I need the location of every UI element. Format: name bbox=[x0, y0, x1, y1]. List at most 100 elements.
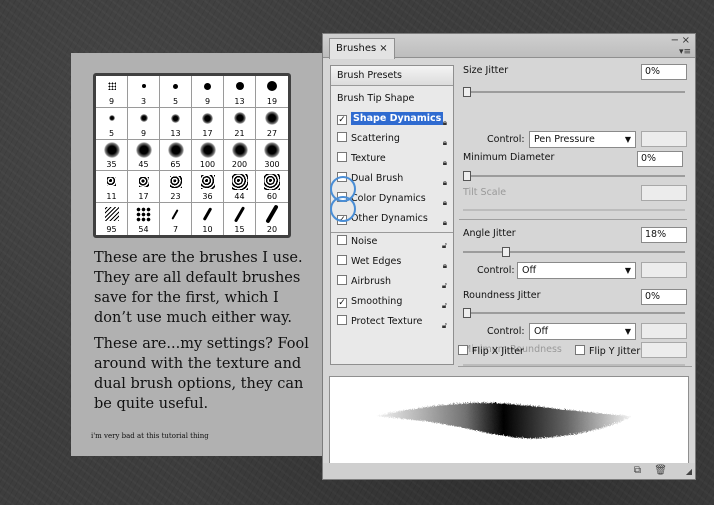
option-shape-dynamics[interactable]: ✓ Shape Dynamics 🔒︎ bbox=[331, 109, 453, 128]
brush-preset-cell[interactable]: 10 bbox=[192, 203, 224, 235]
brush-tip-area bbox=[192, 203, 223, 225]
brush-preset-cell[interactable]: 17 bbox=[128, 171, 160, 204]
size-jitter-slider[interactable] bbox=[463, 87, 685, 97]
brush-tip-area bbox=[224, 140, 255, 161]
brush-preset-cell[interactable]: 19 bbox=[256, 76, 288, 108]
new-preset-icon[interactable]: ⧉ bbox=[634, 465, 641, 476]
angle-jitter-slider[interactable] bbox=[463, 247, 685, 257]
chevron-down-icon: ▼ bbox=[624, 266, 631, 275]
brush-preset-cell[interactable]: 300 bbox=[256, 140, 288, 172]
option-airbrush[interactable]: Airbrush 🔓︎ bbox=[331, 272, 453, 291]
brush-tip-area bbox=[160, 203, 191, 225]
checkbox-icon[interactable] bbox=[337, 152, 347, 162]
brush-preset-cell[interactable]: 100 bbox=[192, 139, 224, 172]
checkbox-icon[interactable] bbox=[337, 255, 347, 265]
slider-thumb[interactable] bbox=[463, 308, 471, 318]
checkbox-icon[interactable] bbox=[337, 315, 347, 325]
option-protect-texture[interactable]: Protect Texture 🔓︎ bbox=[331, 312, 453, 331]
checkbox-icon[interactable] bbox=[337, 275, 347, 285]
brush-preset-cell[interactable]: 21 bbox=[224, 107, 256, 140]
option-wet-edges[interactable]: Wet Edges 🔒︎ bbox=[331, 252, 453, 271]
brush-size-label: 23 bbox=[170, 192, 181, 202]
option-label: Color Dynamics bbox=[351, 193, 426, 204]
option-noise[interactable]: Noise 🔓︎ bbox=[331, 232, 453, 251]
roundness-jitter-input[interactable]: 0% bbox=[641, 289, 687, 305]
brush-preset-cell[interactable]: 9 bbox=[96, 76, 128, 108]
brush-tip-area bbox=[256, 140, 288, 161]
brush-preset-cell[interactable]: 15 bbox=[224, 203, 256, 235]
brush-preset-cell[interactable]: 9 bbox=[128, 107, 160, 140]
checkbox-icon[interactable] bbox=[337, 132, 347, 142]
option-texture[interactable]: Texture 🔒︎ bbox=[331, 149, 453, 168]
flip-y-jitter[interactable]: Flip Y Jitter bbox=[575, 345, 640, 357]
brush-tip-icon bbox=[107, 82, 116, 91]
tab-brushes[interactable]: Brushes × bbox=[329, 38, 395, 59]
close-icon[interactable]: × bbox=[379, 43, 387, 54]
tutorial-paragraph-2: These are...my settings? Fool around wit… bbox=[94, 336, 309, 412]
resize-grip-icon[interactable]: ◢ bbox=[686, 467, 692, 476]
brush-preset-cell[interactable]: 9 bbox=[192, 76, 224, 108]
slider-thumb[interactable] bbox=[463, 171, 471, 181]
checkbox-icon[interactable]: ✓ bbox=[337, 115, 347, 125]
brush-tip-icon bbox=[136, 206, 151, 222]
brush-preset-cell[interactable]: 54 bbox=[128, 203, 160, 235]
brush-preset-cell[interactable]: 36 bbox=[192, 171, 224, 204]
checkbox-icon[interactable] bbox=[337, 235, 347, 245]
minimize-icon[interactable]: − bbox=[671, 36, 679, 46]
angle-control-select[interactable]: Off ▼ bbox=[517, 262, 636, 279]
panel-menu-icon[interactable]: ▾≡ bbox=[679, 47, 691, 57]
brush-preset-cell[interactable]: 35 bbox=[96, 139, 128, 172]
brush-preset-cell[interactable]: 27 bbox=[256, 108, 288, 140]
flip-x-jitter[interactable]: Flip X Jitter bbox=[458, 345, 524, 357]
flip-divider bbox=[458, 366, 692, 367]
brush-preset-cell[interactable]: 23 bbox=[160, 171, 192, 204]
brush-tip-icon bbox=[265, 111, 279, 126]
checkbox-icon[interactable] bbox=[575, 345, 585, 355]
brush-tip-icon bbox=[103, 141, 120, 158]
trash-icon[interactable]: 🗑︎ bbox=[654, 465, 667, 476]
brush-tip-icon bbox=[231, 173, 248, 190]
brush-tip-icon bbox=[204, 82, 211, 90]
angle-jitter-input[interactable]: 18% bbox=[641, 227, 687, 243]
brush-preset-cell[interactable]: 17 bbox=[192, 107, 224, 140]
brush-tip-area bbox=[160, 171, 191, 192]
brush-preset-cell[interactable]: 44 bbox=[224, 171, 256, 204]
brush-size-label: 5 bbox=[108, 128, 115, 138]
checkbox-icon[interactable] bbox=[458, 345, 468, 355]
brush-tip-area bbox=[96, 76, 127, 97]
brush-preset-cell[interactable]: 200 bbox=[224, 139, 256, 172]
minimum-diameter-input[interactable]: 0% bbox=[637, 151, 683, 167]
brush-preset-cell[interactable]: 45 bbox=[128, 139, 160, 172]
brush-tip-icon bbox=[169, 175, 182, 188]
control-label: Control: bbox=[487, 326, 525, 337]
option-scattering[interactable]: Scattering 🔒︎ bbox=[331, 129, 453, 148]
brush-preset-cell[interactable]: 65 bbox=[160, 139, 192, 172]
minimum-diameter-slider[interactable] bbox=[463, 171, 685, 181]
chevron-down-icon: ▼ bbox=[624, 135, 631, 144]
brush-preset-cell[interactable]: 3 bbox=[128, 76, 160, 108]
slider-thumb[interactable] bbox=[502, 247, 510, 257]
brush-preset-cell[interactable]: 13 bbox=[224, 76, 256, 108]
roundness-control-select[interactable]: Off ▼ bbox=[529, 323, 636, 340]
size-control-select[interactable]: Pen Pressure ▼ bbox=[529, 131, 636, 148]
roundness-jitter-slider[interactable] bbox=[463, 308, 685, 318]
brush-preset-cell[interactable]: 13 bbox=[160, 107, 192, 140]
lock-icon[interactable]: 🔓︎ bbox=[442, 316, 447, 335]
size-jitter-input[interactable]: 0% bbox=[641, 64, 687, 80]
brush-size-label: 95 bbox=[106, 224, 117, 234]
brush-preset-cell[interactable]: 60 bbox=[256, 171, 288, 204]
brush-tip-shape-item[interactable]: Brush Tip Shape bbox=[331, 89, 453, 109]
brush-preset-cell[interactable]: 7 bbox=[160, 203, 192, 235]
brush-preset-cell[interactable]: 95 bbox=[96, 203, 128, 235]
brush-preset-cell[interactable]: 5 bbox=[160, 76, 192, 108]
slider-thumb[interactable] bbox=[463, 87, 471, 97]
lock-icon[interactable]: 🔒︎ bbox=[443, 213, 447, 232]
brush-presets-button[interactable]: Brush Presets bbox=[331, 66, 453, 86]
option-smoothing[interactable]: ✓ Smoothing 🔓︎ bbox=[331, 292, 453, 311]
checkbox-icon[interactable]: ✓ bbox=[337, 298, 347, 308]
brush-preset-cell[interactable]: 20 bbox=[256, 203, 288, 235]
brush-preset-cell[interactable]: 11 bbox=[96, 171, 128, 204]
brush-preset-cell[interactable]: 5 bbox=[96, 107, 128, 140]
brush-tip-icon bbox=[135, 141, 152, 158]
close-panel-icon[interactable]: × bbox=[682, 36, 690, 46]
